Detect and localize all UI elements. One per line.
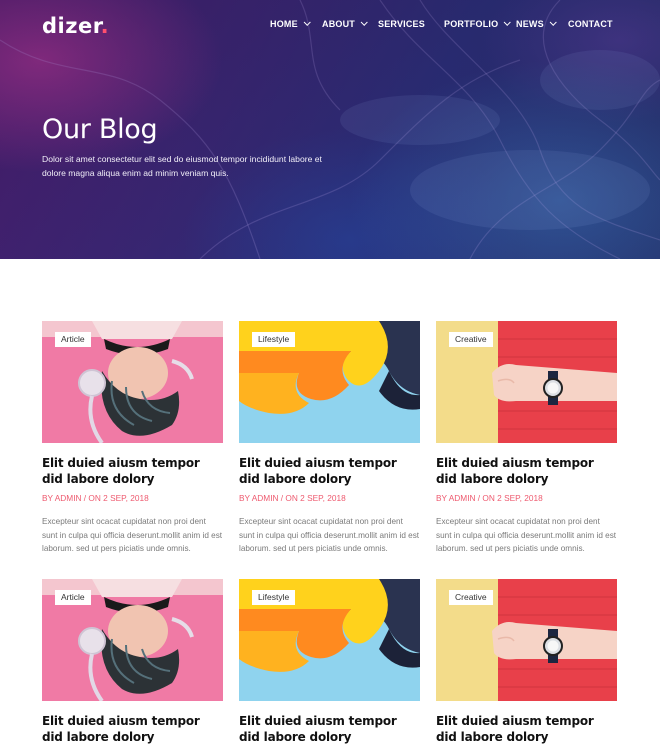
post-meta: BY ADMIN / ON 2 SEP, 2018 [436,493,543,503]
nav-news[interactable]: NEWS [516,18,557,33]
author-link[interactable]: BY ADMIN [239,493,279,503]
post-thumbnail[interactable]: Article [42,321,223,443]
blog-card: Creative Elit duied aiusm tempor did lab… [436,321,617,553]
page-description: Dolor sit amet consectetur elit sed do e… [42,154,322,178]
chevron-down-icon [503,18,512,26]
author-link[interactable]: BY ADMIN [436,493,476,503]
chevron-down-icon [303,18,311,26]
post-thumbnail[interactable]: Creative [436,321,617,443]
category-tag[interactable]: Article [55,332,91,347]
hero-banner: dizer. HOME ABOUT SERVICES PORTFOLIO NEW… [0,0,660,259]
post-thumbnail[interactable]: Lifestyle [239,321,420,443]
date-link[interactable]: ON 2 SEP, 2018 [88,493,148,503]
chevron-down-icon [549,18,557,26]
author-link[interactable]: BY ADMIN [42,493,82,503]
blog-card: Lifestyle Elit duied aiusm tempor did la… [239,321,420,553]
post-excerpt: Excepteur sint ocacat cupidatat non proi… [42,517,223,553]
date-link[interactable]: ON 2 SEP, 2018 [482,493,542,503]
nav-services[interactable]: SERVICES [378,19,425,33]
chevron-down-icon [360,18,368,26]
blog-card: Creative Elit duied aiusm tempor did lab… [436,579,617,744]
blog-card: Article Elit duied aiusm tempor did labo… [42,321,223,553]
main-nav: HOME ABOUT SERVICES PORTFOLIO NEWS CONTA… [0,18,660,33]
nav-home[interactable]: HOME [270,18,311,33]
category-tag[interactable]: Creative [449,590,493,605]
date-link[interactable]: ON 2 SEP, 2018 [285,493,345,503]
blog-card: Article Elit duied aiusm tempor did labo… [42,579,223,744]
nav-portfolio[interactable]: PORTFOLIO [444,18,512,33]
post-title[interactable]: Elit duied aiusm tempor did labore dolor… [42,455,223,487]
post-title[interactable]: Elit duied aiusm tempor did labore dolor… [436,713,617,745]
post-meta: BY ADMIN / ON 2 SEP, 2018 [42,493,149,503]
category-tag[interactable]: Lifestyle [252,590,296,605]
nav-about[interactable]: ABOUT [322,18,368,33]
category-tag[interactable]: Lifestyle [252,332,296,347]
post-thumbnail[interactable]: Creative [436,579,617,701]
post-title[interactable]: Elit duied aiusm tempor did labore dolor… [239,713,420,745]
category-tag[interactable]: Article [55,590,91,605]
post-thumbnail[interactable]: Lifestyle [239,579,420,701]
post-title[interactable]: Elit duied aiusm tempor did labore dolor… [239,455,420,487]
post-excerpt: Excepteur sint ocacat cupidatat non proi… [239,517,420,553]
post-meta: BY ADMIN / ON 2 SEP, 2018 [239,493,346,503]
category-tag[interactable]: Creative [449,332,493,347]
page-title: Our Blog [42,114,158,145]
post-thumbnail[interactable]: Article [42,579,223,701]
post-title[interactable]: Elit duied aiusm tempor did labore dolor… [42,713,223,745]
nav-contact[interactable]: CONTACT [568,19,613,33]
post-excerpt: Excepteur sint ocacat cupidatat non proi… [436,517,617,553]
post-title[interactable]: Elit duied aiusm tempor did labore dolor… [436,455,617,487]
blog-card: Lifestyle Elit duied aiusm tempor did la… [239,579,420,744]
